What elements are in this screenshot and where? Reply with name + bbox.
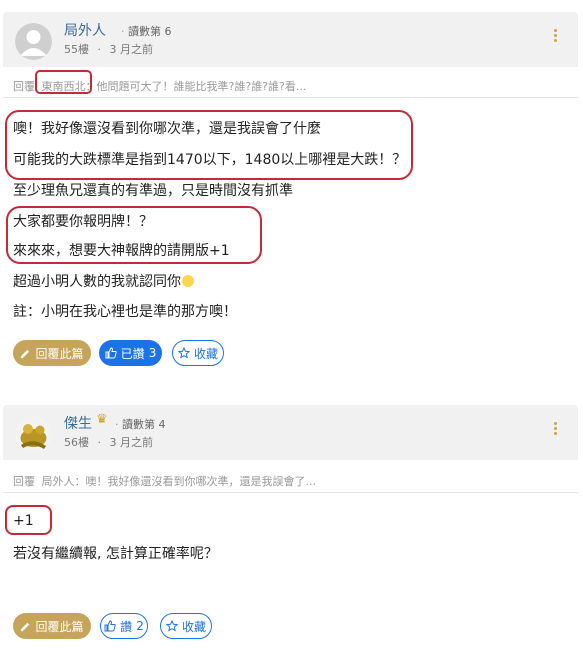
post-line: 可能我的大跌標準是指到1470以下，1480以上哪裡是大跌！？ [13, 152, 407, 168]
favorite-label: 收藏 [181, 619, 206, 634]
like-label: 讚 [120, 619, 133, 634]
post-line-text: 超過小明人數的我就認同你 [13, 274, 181, 290]
favorite-label: 收藏 [193, 346, 218, 361]
post-line: 至少理魚兄還真的有準過，只是時間沒有抓準 [13, 183, 293, 199]
avatar-default[interactable] [15, 23, 52, 60]
more-vertical-icon [553, 422, 557, 425]
quote-reply[interactable]: 回覆 局外人：噢！我好像還沒看到你哪次準，還是我誤會了... [3, 467, 578, 493]
post-55: 局外人 · 讀數第 6 55樓 · 3 月之前 回覆 東南西北：他問題可大了！誰… [3, 12, 578, 382]
post-time: 3 月之前 [109, 436, 154, 449]
quote-prefix: 回覆 [13, 475, 35, 488]
more-vertical-icon [553, 29, 557, 32]
rank-text: 讀數第 4 [122, 418, 166, 431]
floor-number: 55樓 [64, 43, 89, 56]
reply-button[interactable]: 回覆此篇 [13, 340, 91, 366]
post-meta: 56樓 · 3 月之前 [64, 436, 154, 449]
crown-icon: ♛ [96, 412, 108, 427]
post-meta: 55樓 · 3 月之前 [64, 43, 154, 56]
post-line: 若沒有繼續報, 怎計算正確率呢？ [13, 546, 218, 562]
avatar-user[interactable] [15, 416, 52, 453]
username[interactable]: 局外人 [64, 20, 106, 40]
post-line: 來來來，想要大神報牌的請開版+1 [13, 243, 230, 259]
quote-reply[interactable]: 回覆 東南西北：他問題可大了！誰能比我準?誰?誰?誰?看... [3, 72, 578, 98]
floor-number: 56樓 [64, 436, 89, 449]
rank-badge: · 讀數第 6 [121, 25, 172, 38]
quote-user: 東南西北 [41, 80, 86, 93]
thumbs-up-icon [104, 620, 116, 632]
post-header: 局外人 · 讀數第 6 55樓 · 3 月之前 [3, 12, 578, 67]
thumbs-up-icon [105, 347, 117, 359]
favorite-button[interactable]: 收藏 [172, 340, 224, 366]
like-count: 3 [148, 346, 157, 360]
star-outline-icon [165, 620, 178, 632]
more-menu-button[interactable] [548, 420, 562, 442]
reply-label: 回覆此篇 [35, 346, 84, 361]
post-line: +1 [13, 513, 34, 529]
post-56: 傑生 ♛ · 讀數第 4 56樓 · 3 月之前 回覆 局外人：噢！我好像還沒看… [3, 405, 578, 650]
like-button[interactable]: 已讚 3 [99, 340, 162, 366]
username[interactable]: 傑生 [64, 413, 92, 433]
quote-prefix: 回覆 [13, 80, 35, 93]
post-line: 超過小明人數的我就認同你 [13, 271, 194, 291]
more-menu-button[interactable] [548, 27, 562, 49]
post-time: 3 月之前 [109, 43, 154, 56]
post-header: 傑生 ♛ · 讀數第 4 56樓 · 3 月之前 [3, 405, 578, 460]
pencil-icon [21, 349, 30, 358]
favorite-button[interactable]: 收藏 [160, 613, 212, 639]
like-label: 已讚 [120, 346, 145, 361]
smiley-emoji-icon [182, 275, 194, 287]
quote-user: 局外人 [41, 475, 75, 488]
post-line: 註：小明在我心裡也是準的那方噢！ [13, 304, 237, 320]
pencil-icon [21, 622, 30, 631]
quote-text: ：他問題可大了！誰能比我準?誰?誰?誰?看... [85, 80, 307, 93]
reply-label: 回覆此篇 [35, 619, 84, 634]
reply-button[interactable]: 回覆此篇 [13, 613, 91, 639]
like-count: 2 [136, 619, 144, 633]
post-line: 噢！我好像還沒看到你哪次準，還是我誤會了什麼 [13, 121, 321, 137]
quote-text: ：噢！我好像還沒看到你哪次準，還是我誤會了... [74, 475, 317, 488]
star-outline-icon [177, 347, 190, 359]
post-line: 大家都要你報明牌！？ [13, 214, 153, 230]
like-button[interactable]: 讚 2 [100, 613, 148, 639]
rank-badge: · 讀數第 4 [115, 418, 166, 431]
rank-text: 讀數第 6 [128, 25, 172, 38]
